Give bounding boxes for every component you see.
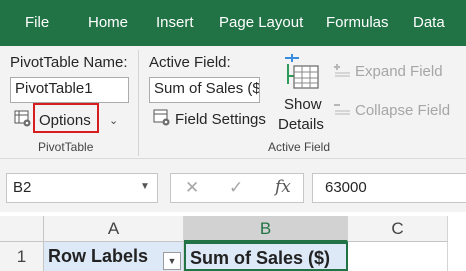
field-settings-icon: [153, 109, 171, 132]
name-box[interactable]: B2: [6, 173, 158, 203]
tab-formulas[interactable]: Formulas: [326, 14, 389, 31]
pivot-options-icon: [14, 110, 32, 133]
name-box-dropdown-icon[interactable]: ▼: [140, 181, 150, 192]
collapse-field-button[interactable]: Collapse Field: [355, 102, 450, 119]
active-field-group-label: Active Field: [268, 140, 331, 154]
cancel-x-icon[interactable]: ✕: [185, 178, 199, 198]
show-details-label-line2[interactable]: Details: [278, 116, 324, 133]
group-separator: [138, 50, 139, 156]
tab-page-layout[interactable]: Page Layout: [219, 14, 303, 31]
cell-b1[interactable]: Sum of Sales ($): [184, 242, 348, 271]
ribbon: PivotTable Name: PivotTable1 Options ⌄ P…: [0, 46, 466, 158]
options-highlight-frame: [33, 103, 99, 133]
enter-check-icon[interactable]: ✓: [229, 178, 243, 198]
column-header-b[interactable]: B: [184, 216, 348, 242]
tab-home[interactable]: Home: [88, 14, 128, 31]
pivottable-name-label: PivotTable Name:: [10, 54, 128, 71]
cell-c1[interactable]: [348, 242, 448, 271]
show-details-label-line1[interactable]: Show: [284, 96, 322, 113]
expand-field-icon: [333, 64, 351, 83]
pivottable-name-input[interactable]: PivotTable1: [10, 77, 129, 103]
tab-insert[interactable]: Insert: [156, 14, 194, 31]
options-dropdown-chevron-icon[interactable]: ⌄: [109, 114, 118, 127]
formula-input[interactable]: 63000: [312, 173, 466, 203]
select-all-corner[interactable]: [0, 216, 44, 242]
active-field-label: Active Field:: [149, 54, 231, 71]
field-settings-button[interactable]: Field Settings: [175, 111, 266, 128]
formula-buttons: ✕ ✓ fx: [170, 173, 304, 203]
show-details-icon[interactable]: [283, 54, 321, 97]
row-header-1[interactable]: 1: [0, 242, 44, 271]
tab-file[interactable]: File: [25, 14, 49, 31]
row-labels-filter-dropdown-icon[interactable]: ▼: [163, 252, 181, 270]
expand-field-button[interactable]: Expand Field: [355, 63, 443, 80]
tab-data[interactable]: Data: [413, 14, 445, 31]
formula-bar-area: B2 ▼ ✕ ✓ fx 63000: [0, 158, 466, 212]
column-header-c[interactable]: C: [348, 216, 448, 242]
column-header-a[interactable]: A: [44, 216, 184, 242]
collapse-field-icon: [333, 102, 351, 121]
ribbon-tab-bar: File Home Insert Page Layout Formulas Da…: [0, 0, 466, 46]
worksheet-grid: A B C 1 Row Labels ▼ Sum of Sales ($): [0, 212, 466, 271]
insert-function-fx-icon[interactable]: fx: [275, 177, 291, 197]
pivottable-group-label: PivotTable: [38, 140, 94, 154]
active-field-input[interactable]: Sum of Sales ($): [149, 77, 260, 103]
